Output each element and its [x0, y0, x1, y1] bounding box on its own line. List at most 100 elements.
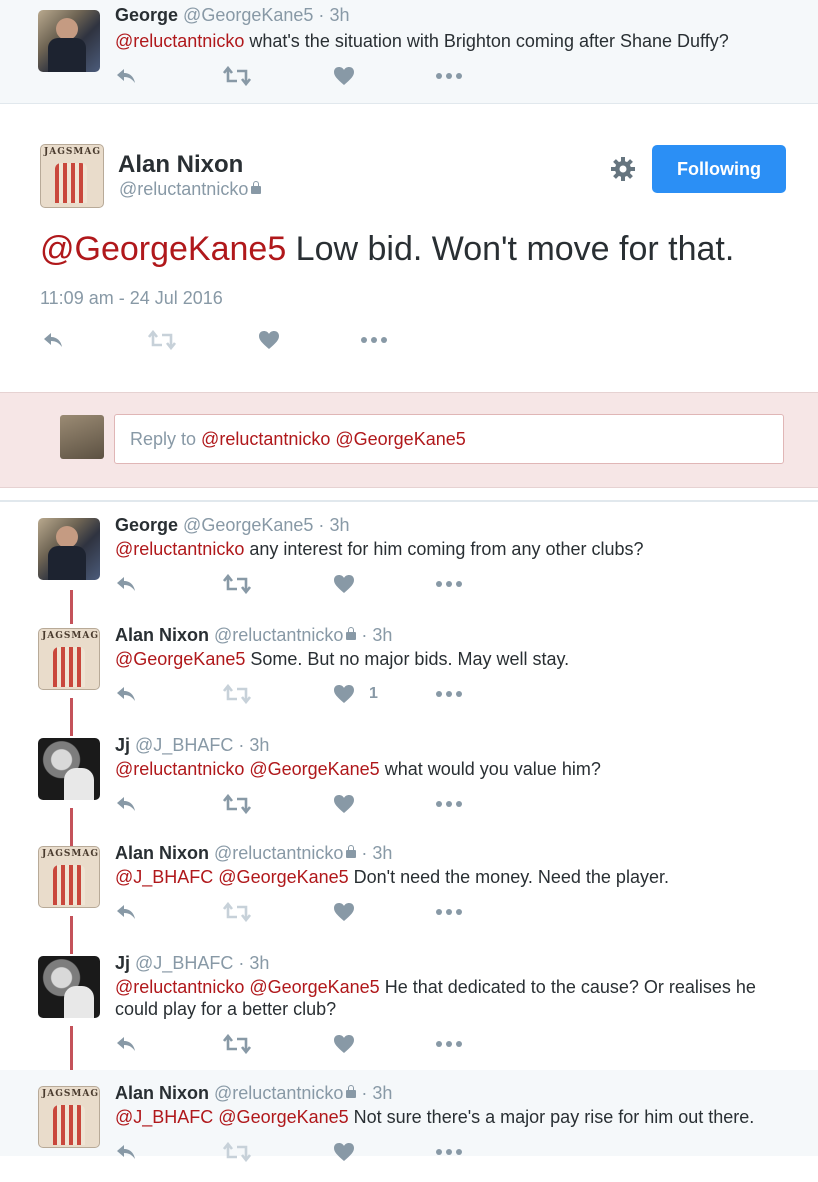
- reply-tweet[interactable]: JAGSMAG Alan Nixon @reluctantnicko · 3h @J…: [0, 842, 818, 942]
- mention-links[interactable]: @J_BHAFC @GeorgeKane5: [115, 867, 349, 887]
- george-avatar[interactable]: [38, 518, 100, 580]
- alan-nixon-avatar[interactable]: JAGSMAG: [40, 144, 104, 208]
- retweet-icon[interactable]: [223, 900, 251, 924]
- tweet-time[interactable]: 3h: [372, 843, 392, 863]
- mention-links[interactable]: @reluctantnicko @GeorgeKane5: [115, 759, 380, 779]
- current-user-avatar: [60, 415, 104, 459]
- author-handle[interactable]: @reluctantnicko: [214, 625, 343, 645]
- jj-avatar[interactable]: [38, 956, 100, 1018]
- tweet-text: @reluctantnicko @GeorgeKane5 what would …: [115, 759, 601, 779]
- more-icon[interactable]: [435, 64, 463, 88]
- mention-links[interactable]: @reluctantnicko @GeorgeKane5: [115, 977, 380, 997]
- like-icon[interactable]: [333, 1032, 369, 1056]
- reply-tweet[interactable]: George @GeorgeKane5 · 3h @reluctantnicko …: [0, 514, 818, 614]
- tweet-time[interactable]: 3h: [372, 625, 392, 645]
- tweet-time[interactable]: 3h: [329, 515, 349, 535]
- reply-input[interactable]: Reply to @reluctantnicko @GeorgeKane5: [114, 414, 784, 464]
- jj-avatar[interactable]: [38, 738, 100, 800]
- like-icon[interactable]: [333, 900, 369, 924]
- mention-link[interactable]: @GeorgeKane5: [40, 230, 286, 268]
- reply-icon[interactable]: [115, 900, 137, 924]
- tweet-header: Alan Nixon @reluctantnicko · 3h: [115, 843, 393, 863]
- like-icon[interactable]: [333, 572, 369, 596]
- reply-icon[interactable]: [115, 1140, 137, 1164]
- retweet-icon[interactable]: [223, 682, 251, 706]
- more-icon[interactable]: [435, 572, 463, 596]
- mention-links[interactable]: @reluctantnicko: [115, 539, 244, 559]
- reply-icon[interactable]: [42, 328, 64, 352]
- more-icon[interactable]: [435, 682, 463, 706]
- tweet-text: @J_BHAFC @GeorgeKane5 Don't need the mon…: [115, 867, 669, 887]
- retweet-icon[interactable]: [223, 1032, 251, 1056]
- author-handle[interactable]: @GeorgeKane5: [183, 515, 313, 535]
- tweet-header: Jj @J_BHAFC · 3h: [115, 735, 270, 755]
- author-handle[interactable]: @GeorgeKane5: [183, 5, 313, 25]
- retweet-icon[interactable]: [223, 792, 251, 816]
- alan-nixon-avatar[interactable]: JAGSMAG: [38, 628, 100, 690]
- more-icon[interactable]: [435, 792, 463, 816]
- tweet-time[interactable]: 3h: [372, 1083, 392, 1103]
- mention-links[interactable]: @GeorgeKane5: [115, 649, 245, 669]
- author-handle[interactable]: @J_BHAFC: [135, 953, 233, 973]
- reply-tweet[interactable]: Jj @J_BHAFC · 3h @reluctantnicko @GeorgeK…: [0, 952, 818, 1054]
- lock-icon: [251, 181, 262, 194]
- author-handle[interactable]: @reluctantnicko: [119, 179, 248, 199]
- author-name[interactable]: Alan Nixon: [115, 1083, 209, 1103]
- retweet-icon[interactable]: [148, 328, 176, 352]
- reply-icon[interactable]: [115, 792, 137, 816]
- mention-link[interactable]: @reluctantnicko: [115, 31, 244, 51]
- like-icon[interactable]: [333, 1140, 369, 1164]
- tweet-text: @reluctantnicko what's the situation wit…: [115, 31, 729, 51]
- more-icon[interactable]: [435, 1140, 463, 1164]
- author-name[interactable]: Jj: [115, 953, 130, 973]
- retweet-icon[interactable]: [223, 1140, 251, 1164]
- reply-icon[interactable]: [115, 64, 137, 88]
- author-name[interactable]: Jj: [115, 735, 130, 755]
- gear-icon[interactable]: [610, 156, 636, 182]
- more-icon[interactable]: [435, 1032, 463, 1056]
- tweet-actions: 1: [115, 682, 475, 706]
- retweet-icon[interactable]: [223, 64, 251, 88]
- reply-tweet[interactable]: Jj @J_BHAFC · 3h @reluctantnicko @GeorgeK…: [0, 734, 818, 834]
- author-name[interactable]: Alan Nixon: [115, 843, 209, 863]
- like-icon[interactable]: [333, 792, 369, 816]
- alan-nixon-avatar[interactable]: JAGSMAG: [38, 1086, 100, 1148]
- tweet-actions: [115, 572, 475, 596]
- reply-icon[interactable]: [115, 572, 137, 596]
- tweet-actions: [115, 64, 475, 88]
- like-icon[interactable]: 1: [333, 682, 378, 706]
- like-icon[interactable]: [333, 64, 355, 88]
- alan-nixon-avatar[interactable]: JAGSMAG: [38, 846, 100, 908]
- author-handle[interactable]: @J_BHAFC: [135, 735, 233, 755]
- tweet-text: @J_BHAFC @GeorgeKane5 Not sure there's a…: [115, 1107, 755, 1127]
- author-handle[interactable]: @reluctantnicko: [214, 1083, 343, 1103]
- following-button[interactable]: Following: [652, 145, 786, 193]
- reply-tweet[interactable]: JAGSMAG Alan Nixon @reluctantnicko · 3h @J…: [0, 1082, 818, 1182]
- reply-tweet[interactable]: JAGSMAG Alan Nixon @reluctantnicko · 3h @G…: [0, 624, 818, 724]
- more-icon[interactable]: [360, 328, 388, 352]
- tweet-time[interactable]: 3h: [249, 735, 269, 755]
- reply-icon[interactable]: [115, 682, 137, 706]
- top-tweet[interactable]: George @GeorgeKane5 · 3h @reluctantnicko…: [0, 0, 818, 103]
- mention-links[interactable]: @J_BHAFC @GeorgeKane5: [115, 1107, 349, 1127]
- avatar-shirt: [53, 1105, 85, 1145]
- author-name[interactable]: Alan Nixon: [118, 151, 243, 179]
- tweet-time[interactable]: 3h: [329, 5, 349, 25]
- more-icon[interactable]: [435, 900, 463, 924]
- author-name[interactable]: George: [115, 515, 178, 535]
- author-handle[interactable]: @reluctantnicko: [214, 843, 343, 863]
- reply-placeholder: Reply to: [130, 429, 202, 449]
- tweet-header: Jj @J_BHAFC · 3h: [115, 953, 270, 973]
- george-avatar[interactable]: [38, 10, 100, 72]
- author-name[interactable]: Alan Nixon: [115, 625, 209, 645]
- retweet-icon[interactable]: [223, 572, 251, 596]
- like-icon[interactable]: [258, 328, 280, 352]
- tweet-time[interactable]: 3h: [249, 953, 269, 973]
- tweet-timestamp[interactable]: 11:09 am - 24 Jul 2016: [40, 288, 223, 309]
- reply-icon[interactable]: [115, 1032, 137, 1056]
- like-count: 1: [369, 685, 378, 702]
- author-name[interactable]: George: [115, 5, 178, 25]
- reply-area: Reply to @reluctantnicko @GeorgeKane5: [0, 392, 818, 488]
- avatar-shirt: [55, 163, 87, 203]
- tweet-actions: [115, 1140, 475, 1164]
